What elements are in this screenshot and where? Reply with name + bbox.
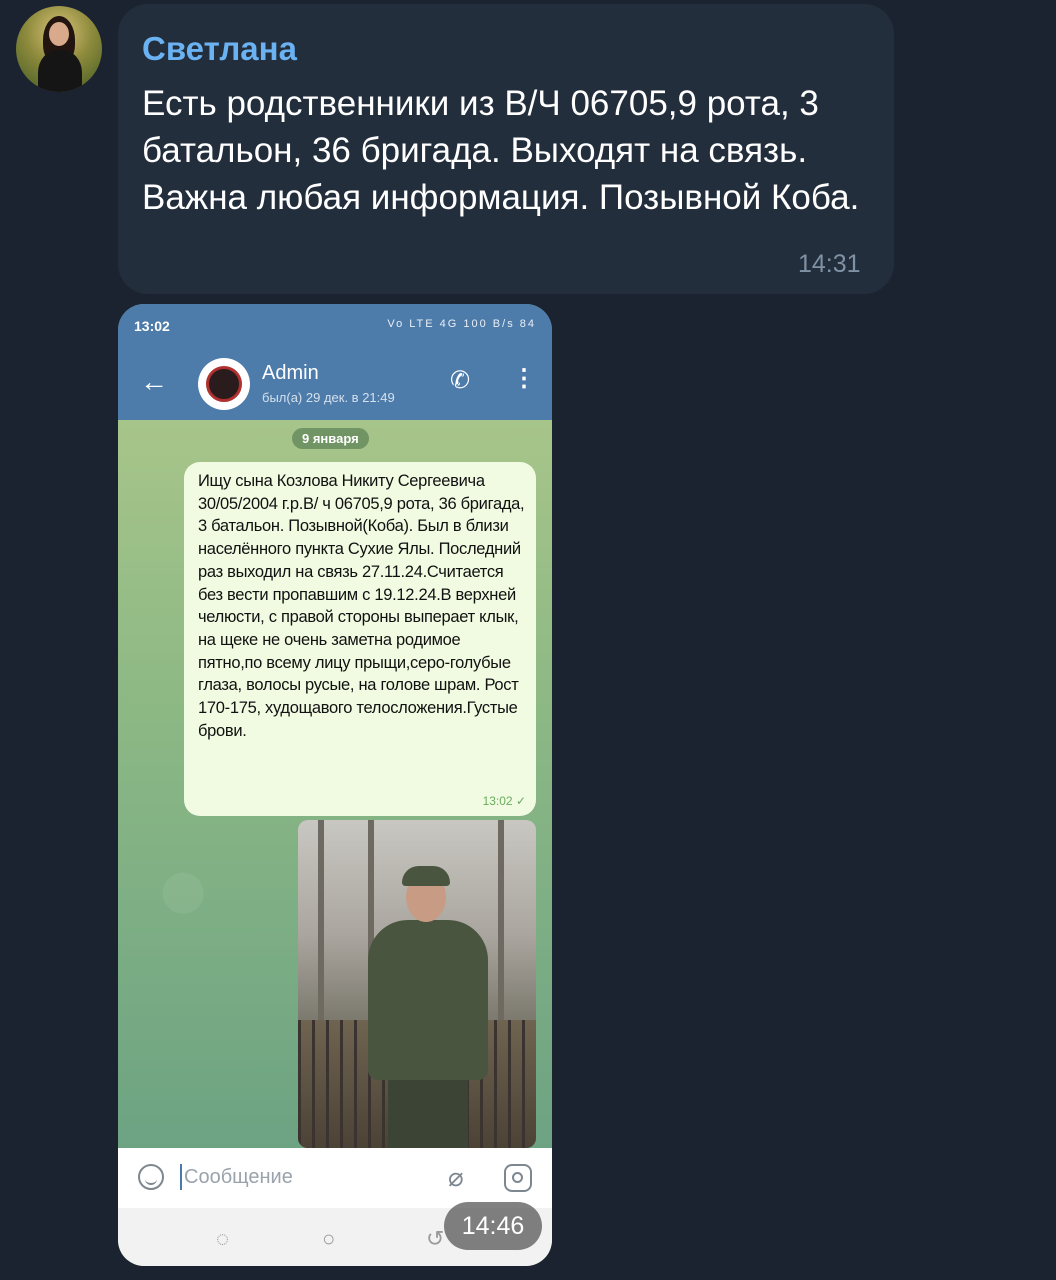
sender-name[interactable]: Светлана (142, 30, 297, 68)
nav-home-icon: ○ (322, 1226, 336, 1251)
phone-status-indicators: Vo LTE 4G 100 B/s 84 (387, 318, 536, 330)
smile-icon (138, 1164, 164, 1190)
sender-avatar[interactable] (16, 6, 102, 92)
message-time: 14:31 (798, 250, 861, 278)
emblem-icon (206, 366, 242, 402)
avatar-face (49, 22, 69, 46)
arrow-left-icon: ← (140, 366, 168, 397)
nav-recent-icon: ◌ (216, 1226, 230, 1251)
avatar-body (38, 50, 82, 92)
soldier-body (368, 920, 488, 1080)
phone-message-time: 13:02 ✓ (482, 794, 526, 808)
nav-back-icon: ↺ (426, 1226, 445, 1251)
phone-status-time: 13:02 (134, 318, 170, 334)
camera-icon (504, 1164, 532, 1192)
phone-input-bar: Сообщение ⌀ (118, 1148, 552, 1208)
more-vertical-icon: ⋮ (512, 365, 536, 392)
photo-timestamp: 14:46 (444, 1202, 542, 1250)
chat-name: Admin (262, 362, 319, 384)
phone-icon: ✆ (450, 367, 471, 394)
tree (498, 820, 504, 1020)
date-badge: 9 января (292, 428, 369, 449)
phone-status-bar: 13:02 Vo LTE 4G 100 B/s 84 (118, 304, 552, 348)
message-text: Есть родственники из В/Ч 06705,9 рота, 3… (142, 84, 860, 217)
phone-input-placeholder: Сообщение (184, 1166, 293, 1188)
phone-message-text: Ищу сына Козлова Никиту Сергеевича 30/05… (198, 472, 525, 740)
tree (318, 820, 324, 1020)
phone-chat-area: 9 января Ищу сына Козлова Никиту Сергеев… (118, 420, 552, 1148)
soldier-photo (298, 820, 536, 1148)
chat-avatar (198, 358, 250, 410)
soldier-cap (402, 866, 450, 886)
phone-message-bubble: Ищу сына Козлова Никиту Сергеевича 30/05… (184, 462, 536, 816)
soldier-legs (388, 1070, 468, 1148)
text-cursor (180, 1164, 182, 1190)
phone-chat-header: ← Admin был(а) 29 дек. в 21:49 ✆ ⋮ (118, 348, 552, 420)
paperclip-icon: ⌀ (448, 1162, 464, 1192)
chat-last-seen: был(а) 29 дек. в 21:49 (262, 390, 395, 405)
photo-attachment[interactable]: 13:02 Vo LTE 4G 100 B/s 84 ← Admin был(а… (118, 304, 552, 1266)
